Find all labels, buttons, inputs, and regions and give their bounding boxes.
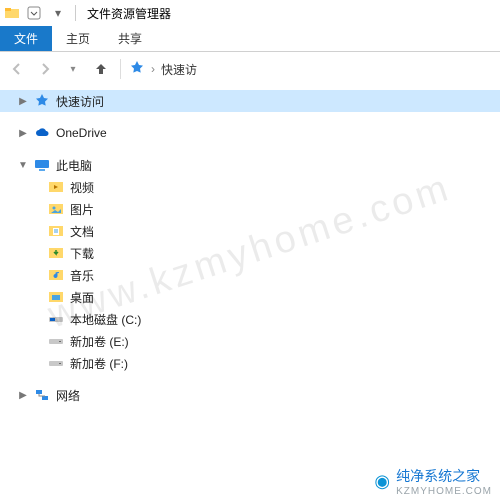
explorer-icon <box>4 5 20 21</box>
chevron-right-icon: ▶ <box>18 96 28 107</box>
chevron-right-icon: ▶ <box>18 390 28 401</box>
folder-pictures-icon <box>48 201 64 217</box>
monitor-icon <box>34 157 50 173</box>
tree-item-documents[interactable]: ▶ 文档 <box>0 220 500 242</box>
chevron-right-icon: › <box>151 62 155 76</box>
up-button[interactable] <box>90 58 112 80</box>
brand-subtext: KZMYHOME.COM <box>396 486 492 497</box>
folder-video-icon <box>48 179 64 195</box>
recent-dropdown[interactable]: ▾ <box>62 58 84 80</box>
tree-item-drive-f[interactable]: ▶ 新加卷 (F:) <box>0 352 500 374</box>
breadcrumb-label: 快速访 <box>161 61 197 78</box>
qat-caret[interactable]: ▾ <box>48 3 68 23</box>
tab-home-label: 主页 <box>66 30 90 47</box>
tree-item-label: OneDrive <box>56 126 107 140</box>
tree-item-label: 本地磁盘 (C:) <box>70 311 141 328</box>
tree-item-label: 此电脑 <box>56 157 92 174</box>
tree-item-label: 快速访问 <box>56 93 104 110</box>
tree-item-label: 新加卷 (E:) <box>70 333 129 350</box>
tree-item-pictures[interactable]: ▶ 图片 <box>0 198 500 220</box>
ribbon-tabs: 文件 主页 共享 <box>0 26 500 52</box>
tree-network[interactable]: ▶ 网络 <box>0 384 500 406</box>
tree-this-pc[interactable]: ▼ 此电脑 <box>0 154 500 176</box>
drive-windows-icon <box>48 311 64 327</box>
tree-item-label: 下载 <box>70 245 94 262</box>
tree-item-music[interactable]: ▶ 音乐 <box>0 264 500 286</box>
file-tab-label: 文件 <box>14 30 38 47</box>
tab-share-label: 共享 <box>118 30 142 47</box>
folder-desktop-icon <box>48 289 64 305</box>
network-icon <box>34 387 50 403</box>
tree-item-videos[interactable]: ▶ 视频 <box>0 176 500 198</box>
folder-music-icon <box>48 267 64 283</box>
tree-item-label: 新加卷 (F:) <box>70 355 128 372</box>
qat-dropdown[interactable] <box>24 3 44 23</box>
chevron-right-icon: ▶ <box>18 128 28 139</box>
cloud-icon <box>34 125 50 141</box>
tree-onedrive[interactable]: ▶ OneDrive <box>0 122 500 144</box>
tab-home[interactable]: 主页 <box>52 26 104 51</box>
tree-item-label: 文档 <box>70 223 94 240</box>
tree-item-desktop[interactable]: ▶ 桌面 <box>0 286 500 308</box>
file-tab[interactable]: 文件 <box>0 26 52 51</box>
breadcrumb[interactable]: › 快速访 <box>129 60 197 79</box>
folder-downloads-icon <box>48 245 64 261</box>
tree-item-label: 音乐 <box>70 267 94 284</box>
brand-text: 纯净系统之家 <box>396 466 492 486</box>
watermark-brand: ◉ 纯净系统之家 KZMYHOME.COM <box>374 466 492 497</box>
tree-item-drive-c[interactable]: ▶ 本地磁盘 (C:) <box>0 308 500 330</box>
drive-icon <box>48 333 64 349</box>
chevron-down-icon: ▼ <box>18 160 28 171</box>
forward-button[interactable] <box>34 58 56 80</box>
navigation-bar: ▾ › 快速访 <box>0 52 500 86</box>
tree-item-downloads[interactable]: ▶ 下载 <box>0 242 500 264</box>
tab-share[interactable]: 共享 <box>104 26 156 51</box>
tree-item-label: 桌面 <box>70 289 94 306</box>
drive-icon <box>48 355 64 371</box>
titlebar: ▾ 文件资源管理器 <box>0 0 500 26</box>
brand-dot-icon: ◉ <box>374 471 390 492</box>
tree-quick-access[interactable]: ▶ 快速访问 <box>0 90 500 112</box>
star-icon <box>34 93 50 109</box>
titlebar-separator <box>75 5 76 21</box>
tree-item-label: 图片 <box>70 201 94 218</box>
window-title: 文件资源管理器 <box>87 5 171 22</box>
nav-separator <box>120 59 121 79</box>
tree-item-label: 视频 <box>70 179 94 196</box>
tree-item-label: 网络 <box>56 387 80 404</box>
back-button[interactable] <box>6 58 28 80</box>
navigation-tree: ▶ 快速访问 ▶ OneDrive ▼ 此电脑 ▶ 视频 ▶ 图片 <box>0 86 500 410</box>
folder-documents-icon <box>48 223 64 239</box>
star-icon <box>129 60 145 79</box>
tree-item-drive-e[interactable]: ▶ 新加卷 (E:) <box>0 330 500 352</box>
